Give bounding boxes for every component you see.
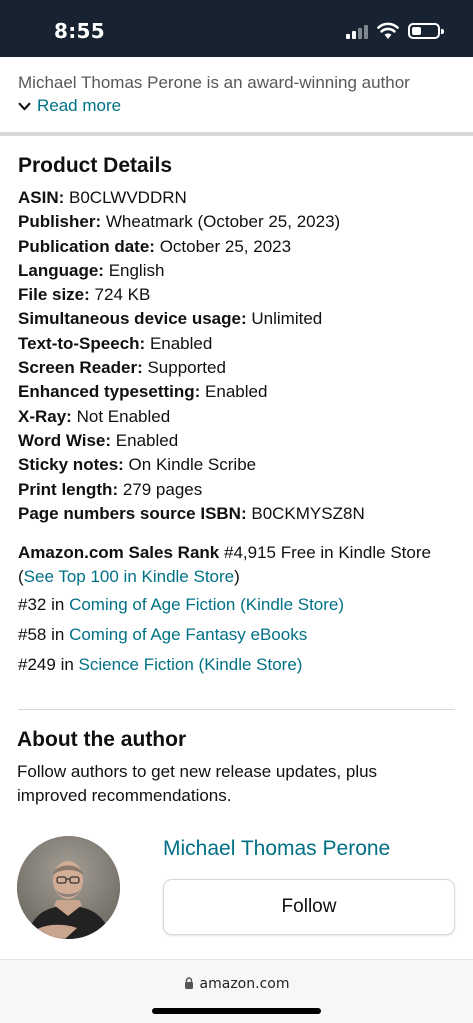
detail-row: Enhanced typesetting: Enabled: [18, 380, 468, 404]
detail-label: Publication date:: [18, 236, 155, 256]
category-rank-in: in: [51, 625, 65, 644]
detail-row: Language: English: [18, 259, 468, 283]
detail-value: 724 KB: [94, 285, 151, 305]
detail-label: Word Wise:: [18, 430, 112, 450]
detail-value: B0CLWVDDRN: [69, 188, 187, 207]
home-indicator[interactable]: [152, 1008, 321, 1014]
detail-row: ASIN: B0CLWVDDRN: [18, 186, 468, 210]
close-paren: ): [234, 567, 240, 586]
detail-label: Screen Reader:: [18, 358, 143, 378]
product-details-list: ASIN: B0CLWVDDRN Publisher: Wheatmark (O…: [18, 186, 468, 526]
detail-row: Sticky notes: On Kindle Scribe: [18, 453, 468, 477]
chevron-down-icon: [18, 102, 31, 110]
product-details-title: Product Details: [18, 154, 173, 177]
url-text: amazon.com: [199, 976, 290, 992]
detail-value: Enabled: [115, 430, 179, 450]
follow-button[interactable]: Follow: [163, 879, 455, 935]
category-rank: #58 in Coming of Age Fantasy eBooks: [18, 625, 307, 645]
detail-label: Print length:: [18, 479, 119, 499]
detail-label: File size:: [18, 285, 90, 305]
author-avatar[interactable]: [17, 836, 120, 939]
detail-row: Page numbers source ISBN: B0CKMYSZ8N: [18, 502, 468, 526]
detail-value: On Kindle Scribe: [128, 455, 257, 475]
category-rank-number: #32: [18, 595, 47, 614]
detail-value: Enabled: [205, 382, 268, 402]
detail-row: Screen Reader: Supported: [18, 356, 468, 380]
read-more-label: Read more: [37, 96, 122, 115]
detail-row: Word Wise: Enabled: [18, 429, 468, 453]
about-author-subtitle: Follow authors to get new release update…: [17, 762, 378, 805]
detail-row: Text-to-Speech: Enabled: [18, 332, 468, 356]
category-link[interactable]: Coming of Age Fiction (Kindle Store): [69, 595, 344, 614]
section-divider: [0, 132, 473, 136]
url-display[interactable]: amazon.com: [0, 976, 473, 992]
browser-url-bar[interactable]: amazon.com: [0, 959, 473, 1023]
author-name-link[interactable]: Michael Thomas Perone: [163, 837, 390, 861]
detail-label: Page numbers source ISBN:: [18, 503, 247, 523]
detail-value: English: [108, 260, 165, 280]
detail-row: Print length: 279 pages: [18, 478, 468, 502]
detail-row: Simultaneous device usage: Unlimited: [18, 307, 468, 331]
wifi-icon: [377, 22, 399, 39]
detail-value: Supported: [147, 358, 226, 378]
detail-label: Text-to-Speech:: [18, 333, 146, 353]
divider: [18, 709, 455, 710]
category-rank-number: #58: [18, 625, 47, 644]
battery-icon: [408, 23, 444, 39]
category-link[interactable]: Coming of Age Fantasy eBooks: [69, 625, 307, 644]
category-rank: #32 in Coming of Age Fiction (Kindle Sto…: [18, 595, 344, 615]
category-rank-in: in: [51, 595, 65, 614]
read-more-link[interactable]: Read more: [18, 96, 121, 116]
detail-value: Enabled: [149, 333, 213, 353]
author-photo: [17, 836, 120, 939]
category-rank-number: #249: [18, 655, 56, 674]
detail-value: 279 pages: [122, 479, 203, 499]
status-bar: 8:55: [0, 0, 473, 57]
detail-label: Language:: [18, 260, 104, 280]
category-rank: #249 in Science Fiction (Kindle Store): [18, 655, 302, 675]
detail-value: Not Enabled: [76, 406, 171, 426]
detail-label: Enhanced typesetting:: [18, 382, 201, 402]
detail-label: Publisher:: [18, 212, 102, 232]
page-content: Michael Thomas Perone is an award-winnin…: [0, 57, 473, 959]
about-author-title: About the author: [17, 728, 187, 751]
detail-label: Sticky notes:: [18, 455, 124, 475]
detail-value: Unlimited: [251, 309, 323, 329]
lock-icon: [184, 977, 193, 989]
detail-value: October 25, 2023: [159, 236, 292, 256]
detail-label: X-Ray:: [18, 406, 72, 426]
category-rank-in: in: [60, 655, 74, 674]
detail-value: Wheatmark (October 25, 2023): [105, 212, 341, 232]
detail-row: File size: 724 KB: [18, 283, 468, 307]
detail-row: Publisher: Wheatmark (October 25, 2023): [18, 210, 468, 234]
see-top-100-link[interactable]: See Top 100 in Kindle Store: [24, 567, 234, 586]
category-link[interactable]: Science Fiction (Kindle Store): [79, 655, 303, 674]
author-description-snippet: Michael Thomas Perone is an award-winnin…: [18, 73, 410, 92]
detail-label: ASIN:: [18, 188, 65, 207]
sales-rank-value: #4,915 Free in Kindle Store: [223, 543, 431, 562]
sales-rank: Amazon.com Sales Rank #4,915 Free in Kin…: [18, 541, 468, 589]
detail-row: X-Ray: Not Enabled: [18, 405, 468, 429]
detail-row: Publication date: October 25, 2023: [18, 235, 468, 259]
detail-value: B0CKMYSZ8N: [251, 503, 365, 523]
detail-label: Simultaneous device usage:: [18, 309, 247, 329]
status-time: 8:55: [54, 19, 105, 43]
sales-rank-label: Amazon.com Sales Rank: [18, 543, 220, 562]
signal-icon: [346, 25, 370, 39]
